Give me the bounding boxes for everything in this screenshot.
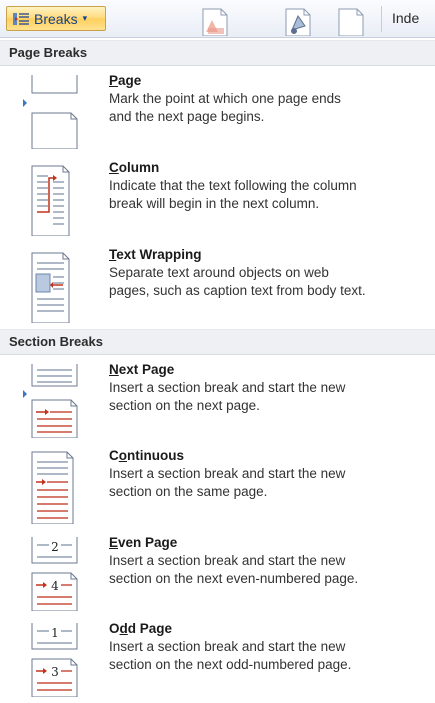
page-breaks-header: Page Breaks (0, 40, 435, 66)
menu-item-title: Next Page (109, 362, 175, 377)
ribbon-separator (381, 6, 382, 32)
menu-item-odd-page[interactable]: 1 3 Odd Page Insert a section break and … (0, 617, 435, 703)
even-page-section-icon: 2 4 (31, 537, 78, 611)
menu-item-description: Insert a section break and start the new… (109, 553, 359, 586)
menu-item-title: Even Page (109, 535, 178, 550)
menu-item-even-page[interactable]: 2 4 Even Page Insert a section break and… (0, 531, 435, 617)
menu-item-title: Column (109, 160, 160, 175)
breaks-label: Breaks (34, 10, 78, 27)
column-break-icon (31, 165, 70, 236)
text-wrapping-icon (31, 252, 70, 323)
breaks-icon (13, 12, 29, 25)
menu-item-title: Odd Page (109, 621, 173, 636)
section-breaks-header: Section Breaks (0, 329, 435, 355)
menu-item-title: Page (109, 73, 142, 88)
indent-label: Inde (392, 10, 420, 26)
menu-item-description: Insert a section break and start the new… (109, 466, 346, 499)
watermark-icon[interactable] (200, 8, 230, 36)
menu-item-description: Mark the point at which one page ends and… (109, 91, 341, 124)
odd-page-section-icon: 1 3 (31, 623, 78, 697)
next-page-section-icon (23, 364, 78, 438)
odd-top-number: 1 (51, 626, 59, 640)
menu-item-column[interactable]: Column Indicate that the text following … (0, 156, 435, 242)
menu-item-description: Insert a section break and start the new… (109, 639, 352, 672)
page-color-icon[interactable] (283, 8, 313, 36)
ribbon-strip: Breaks ▾ Inde (0, 0, 435, 38)
page-borders-icon[interactable] (336, 8, 366, 36)
menu-item-text-wrapping[interactable]: Text Wrapping Separate text around objec… (0, 243, 435, 329)
menu-item-next-page[interactable]: Next Page Insert a section break and sta… (0, 358, 435, 444)
odd-bottom-number: 3 (51, 665, 59, 679)
menu-item-description: Indicate that the text following the col… (109, 178, 357, 211)
menu-item-continuous[interactable]: Continuous Insert a section break and st… (0, 444, 435, 530)
menu-item-description: Separate text around objects on web pages… (109, 265, 366, 298)
menu-item-title: Continuous (109, 448, 184, 463)
menu-item-page[interactable]: Page Mark the point at which one page en… (0, 69, 435, 155)
even-top-number: 2 (51, 540, 59, 554)
even-bottom-number: 4 (51, 579, 59, 593)
chevron-down-icon: ▾ (82, 13, 88, 23)
continuous-section-icon (31, 451, 74, 524)
menu-item-title: Text Wrapping (109, 247, 202, 262)
page-break-icon (23, 75, 78, 149)
breaks-dropdown-menu: Page Breaks Page Mark the point at which… (0, 38, 435, 697)
breaks-button[interactable]: Breaks ▾ (6, 6, 106, 31)
menu-item-description: Insert a section break and start the new… (109, 380, 346, 413)
